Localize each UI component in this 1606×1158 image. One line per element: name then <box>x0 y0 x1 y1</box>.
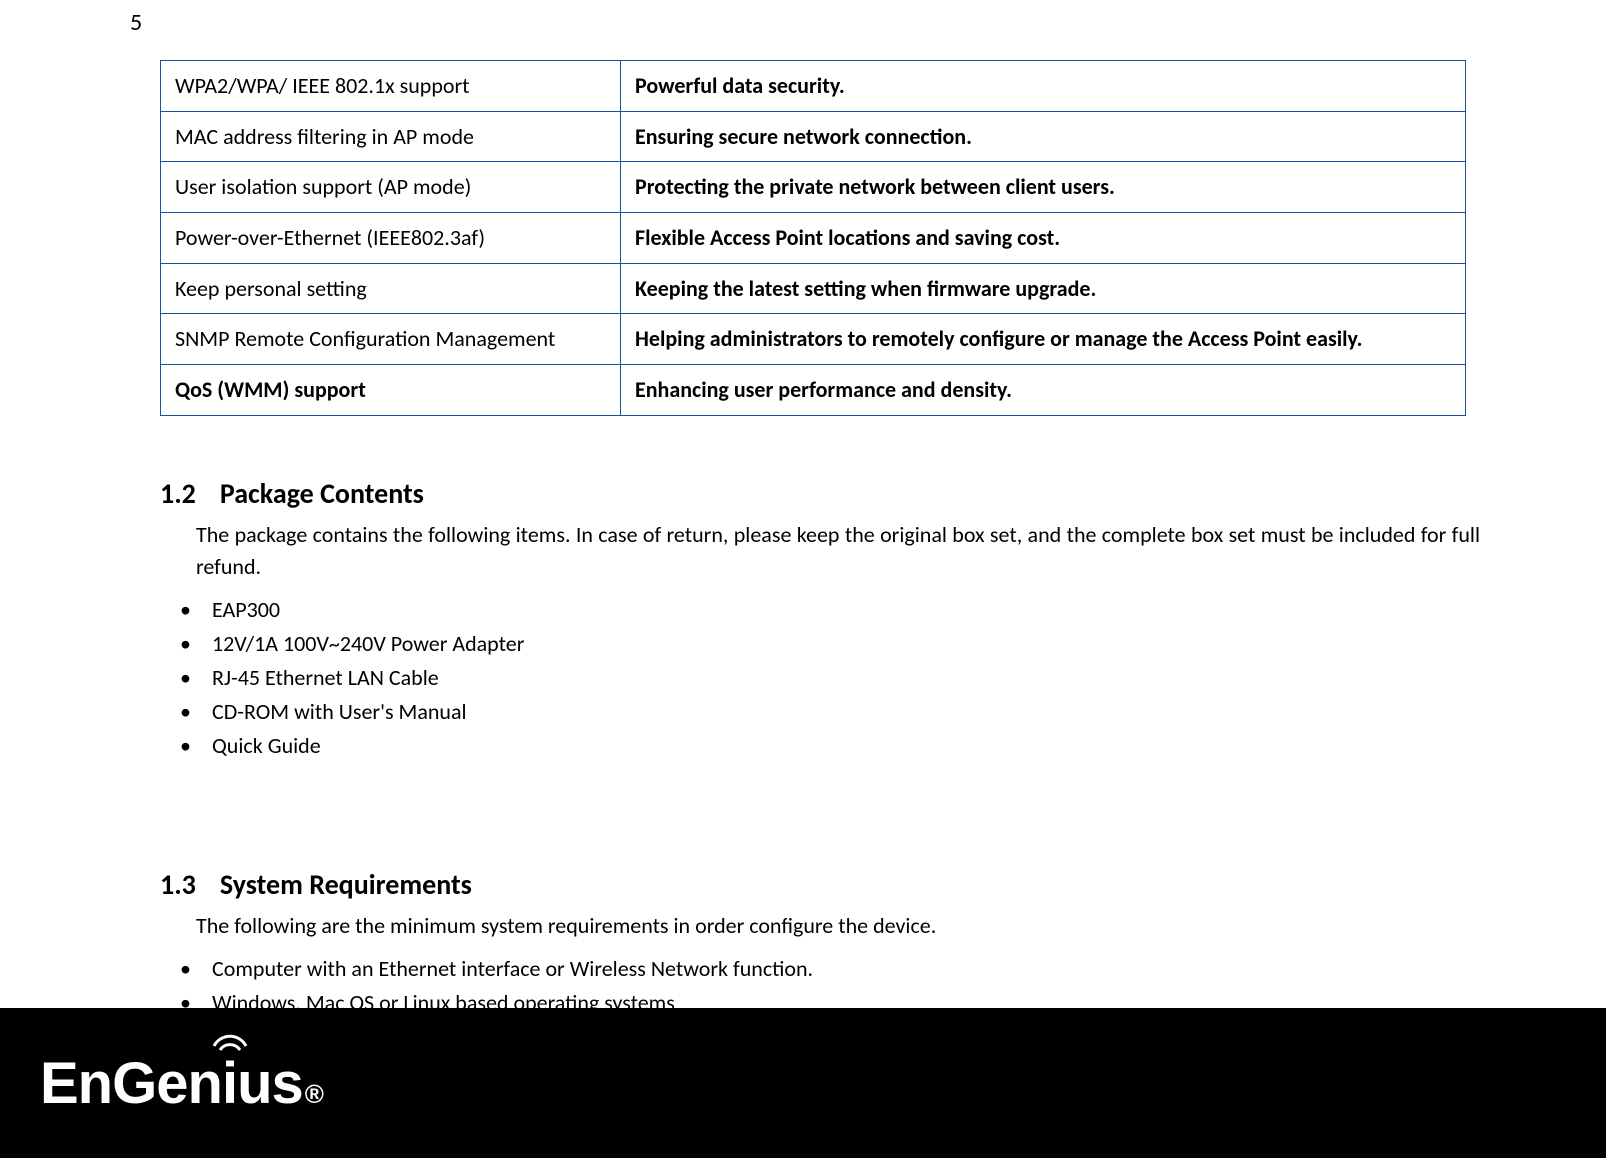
logo-text: G <box>112 1050 156 1117</box>
benefit-cell: Enhancing user performance and density. <box>621 365 1466 416</box>
feature-cell: MAC address filtering in AP mode <box>161 111 621 162</box>
page-number: 5 <box>130 8 142 37</box>
table-row: Power-over-Ethernet (IEEE802.3af)Flexibl… <box>161 213 1466 264</box>
sysreq-intro: The following are the minimum system req… <box>196 910 1480 942</box>
registered-icon: ® <box>305 1079 324 1110</box>
list-item: 12V/1A 100V~240V Power Adapter <box>168 627 1480 661</box>
benefit-cell: Helping administrators to remotely confi… <box>621 314 1466 365</box>
feature-cell: SNMP Remote Configuration Management <box>161 314 621 365</box>
table-row: QoS (WMM) supportEnhancing user performa… <box>161 365 1466 416</box>
benefit-cell: Powerful data security. <box>621 61 1466 112</box>
section-heading-sysreq: 1.3 System Requirements <box>160 867 1480 902</box>
logo-text: i <box>222 1051 237 1116</box>
wifi-arc-icon <box>210 1024 250 1052</box>
section-title: System Requirements <box>220 867 472 902</box>
document-page: 5 WPA2/WPA/ IEEE 802.1x supportPowerful … <box>0 0 1606 1158</box>
feature-cell: Keep personal setting <box>161 263 621 314</box>
list-item: RJ-45 Ethernet LAN Cable <box>168 661 1480 695</box>
feature-cell: QoS (WMM) support <box>161 365 621 416</box>
section-number: 1.3 <box>160 867 196 902</box>
logo-text: en <box>156 1050 222 1117</box>
package-intro: The package contains the following items… <box>196 519 1480 583</box>
table-row: Keep personal settingKeeping the latest … <box>161 263 1466 314</box>
logo-text: us <box>237 1050 303 1117</box>
package-list: EAP30012V/1A 100V~240V Power AdapterRJ-4… <box>168 593 1480 763</box>
table-row: User isolation support (AP mode)Protecti… <box>161 162 1466 213</box>
table-row: MAC address filtering in AP modeEnsuring… <box>161 111 1466 162</box>
table-row: SNMP Remote Configuration ManagementHelp… <box>161 314 1466 365</box>
list-item: Computer with an Ethernet interface or W… <box>168 952 1480 986</box>
benefit-cell: Flexible Access Point locations and savi… <box>621 213 1466 264</box>
section-number: 1.2 <box>160 476 196 511</box>
logo-i-with-wifi: i <box>222 1050 237 1117</box>
benefit-cell: Protecting the private network between c… <box>621 162 1466 213</box>
section-heading-package: 1.2 Package Contents <box>160 476 1480 511</box>
section-gap <box>160 763 1480 819</box>
page-footer: EnGen i us® <box>0 1008 1606 1158</box>
benefit-cell: Ensuring secure network connection. <box>621 111 1466 162</box>
page-content: WPA2/WPA/ IEEE 802.1x supportPowerful da… <box>160 60 1480 1020</box>
feature-cell: WPA2/WPA/ IEEE 802.1x support <box>161 61 621 112</box>
feature-cell: Power-over-Ethernet (IEEE802.3af) <box>161 213 621 264</box>
section-title: Package Contents <box>220 476 424 511</box>
benefit-cell: Keeping the latest setting when firmware… <box>621 263 1466 314</box>
table-row: WPA2/WPA/ IEEE 802.1x supportPowerful da… <box>161 61 1466 112</box>
engenius-logo: EnGen i us® <box>40 1050 324 1117</box>
feature-cell: User isolation support (AP mode) <box>161 162 621 213</box>
list-item: EAP300 <box>168 593 1480 627</box>
list-item: CD-ROM with User's Manual <box>168 695 1480 729</box>
features-table: WPA2/WPA/ IEEE 802.1x supportPowerful da… <box>160 60 1466 416</box>
list-item: Quick Guide <box>168 729 1480 763</box>
logo-text: En <box>40 1050 112 1117</box>
